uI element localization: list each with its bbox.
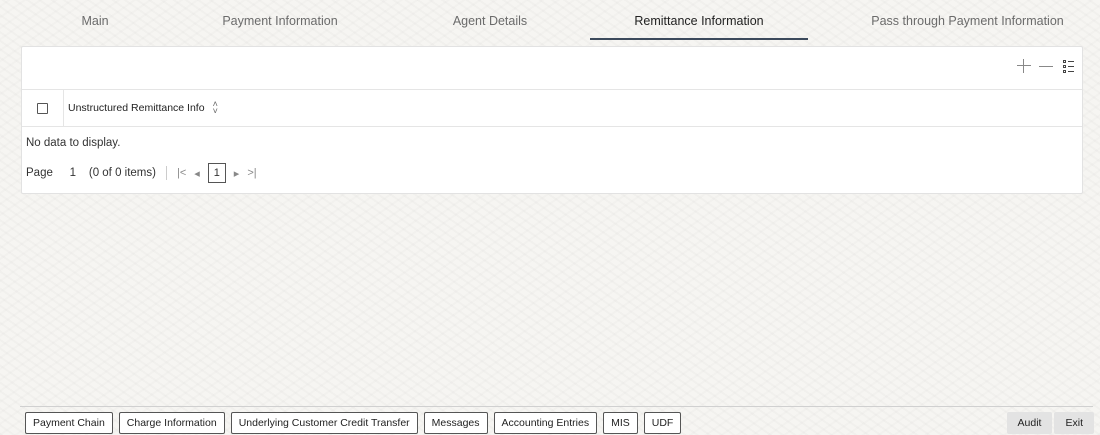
audit-button[interactable]: Audit <box>1006 412 1053 434</box>
tab-agent-details[interactable]: Agent Details <box>420 0 560 40</box>
table-header: Unstructured Remittance Info ˄ ˅ <box>22 89 1082 127</box>
page-number-input[interactable]: 1 <box>61 167 85 179</box>
mis-button[interactable]: MIS <box>603 412 638 434</box>
pager-divider <box>165 166 167 180</box>
tab-remittance-information[interactable]: Remittance Information <box>590 0 808 40</box>
grid-toolbar <box>1016 55 1076 77</box>
first-page-icon[interactable]: |< <box>177 167 186 179</box>
accounting-entries-button[interactable]: Accounting Entries <box>493 412 598 434</box>
remittance-grid-panel: Unstructured Remittance Info ˄ ˅ No data … <box>21 46 1083 194</box>
sort-icon[interactable]: ˄ ˅ <box>213 100 218 116</box>
charge-information-button[interactable]: Charge Information <box>118 412 225 434</box>
tab-bar: Main Payment Information Agent Details R… <box>0 0 1100 40</box>
tab-main[interactable]: Main <box>30 0 160 40</box>
tab-payment-information[interactable]: Payment Information <box>205 0 355 40</box>
remove-icon <box>1039 65 1053 67</box>
footer-right-buttons: Audit Exit <box>1006 412 1094 434</box>
underlying-customer-credit-transfer-button[interactable]: Underlying Customer Credit Transfer <box>230 412 418 434</box>
column-list-button[interactable] <box>1060 56 1076 76</box>
footer-divider <box>20 406 1093 407</box>
messages-button[interactable]: Messages <box>423 412 488 434</box>
last-page-icon[interactable]: >| <box>247 167 256 179</box>
footer-buttons: Payment Chain Charge Information Underly… <box>25 412 682 434</box>
exit-button[interactable]: Exit <box>1054 412 1094 434</box>
empty-message: No data to display. <box>26 137 121 149</box>
pagination: Page 1 (0 of 0 items) |< ◂ 1 ▸ >| <box>26 162 265 184</box>
column-list-icon <box>1062 59 1074 73</box>
add-row-button[interactable] <box>1016 56 1032 76</box>
items-count: (0 of 0 items) <box>88 167 156 179</box>
select-all-checkbox[interactable] <box>37 102 48 114</box>
add-icon <box>1017 59 1031 73</box>
payment-chain-button[interactable]: Payment Chain <box>25 412 113 434</box>
previous-page-icon[interactable]: ◂ <box>194 167 200 180</box>
udf-button[interactable]: UDF <box>643 412 682 434</box>
tab-pass-through-payment-information[interactable]: Pass through Payment Information <box>855 0 1080 40</box>
remove-row-button[interactable] <box>1038 56 1054 76</box>
select-all-cell <box>22 90 64 126</box>
page-label: Page <box>26 167 53 179</box>
next-page-icon[interactable]: ▸ <box>234 167 240 180</box>
column-header-unstructured-remittance-info[interactable]: Unstructured Remittance Info <box>68 102 205 114</box>
current-page-button[interactable]: 1 <box>207 163 226 183</box>
